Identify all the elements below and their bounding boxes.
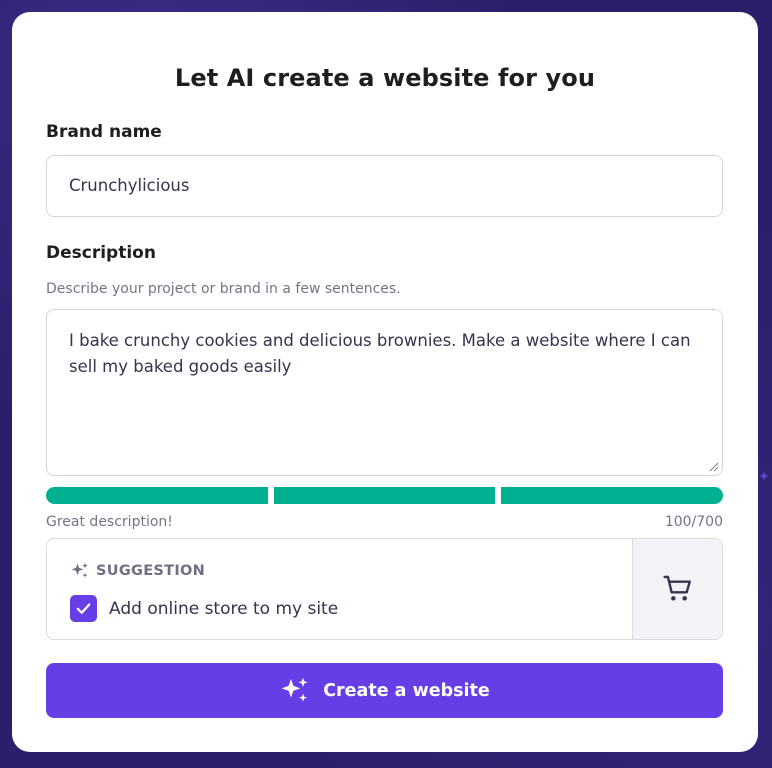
create-website-button[interactable]: Create a website	[46, 663, 723, 718]
dialog-title: Let AI create a website for you	[174, 64, 596, 92]
suggestion-heading: SUGGESTION	[96, 563, 206, 579]
description-helper: Describe your project or brand in a few …	[46, 281, 401, 297]
quality-message: Great description!	[46, 514, 173, 530]
character-count: 100/700	[664, 514, 723, 530]
brand-name-input[interactable]: Crunchylicious	[46, 155, 723, 217]
suggestion-header: SUGGESTION	[70, 561, 205, 581]
description-status: Great description! 100/700	[46, 514, 723, 530]
checkmark-icon	[76, 603, 91, 614]
sparkles-icon	[281, 677, 308, 702]
quality-segment	[46, 487, 268, 504]
quality-segment	[501, 487, 724, 504]
brand-name-label: Brand name	[46, 122, 162, 142]
create-website-label: Create a website	[323, 680, 490, 701]
online-store-checkbox[interactable]	[70, 595, 97, 622]
quality-segment	[273, 487, 496, 504]
suggestion-icon-panel	[632, 539, 722, 639]
background-sparkle-icon: ✦	[758, 469, 770, 485]
description-label: Description	[46, 243, 156, 263]
ai-website-dialog: Let AI create a website for you Brand na…	[12, 12, 758, 752]
sparkles-icon	[71, 562, 88, 578]
description-textarea[interactable]: I bake crunchy cookies and delicious bro…	[46, 309, 723, 476]
online-store-option[interactable]: Add online store to my site	[70, 595, 338, 622]
description-quality-meter	[46, 487, 724, 504]
suggestion-box: SUGGESTION Add online store to my site	[46, 538, 723, 640]
resize-grip-icon[interactable]	[709, 462, 719, 472]
online-store-label: Add online store to my site	[109, 598, 339, 619]
cart-icon	[662, 575, 691, 601]
